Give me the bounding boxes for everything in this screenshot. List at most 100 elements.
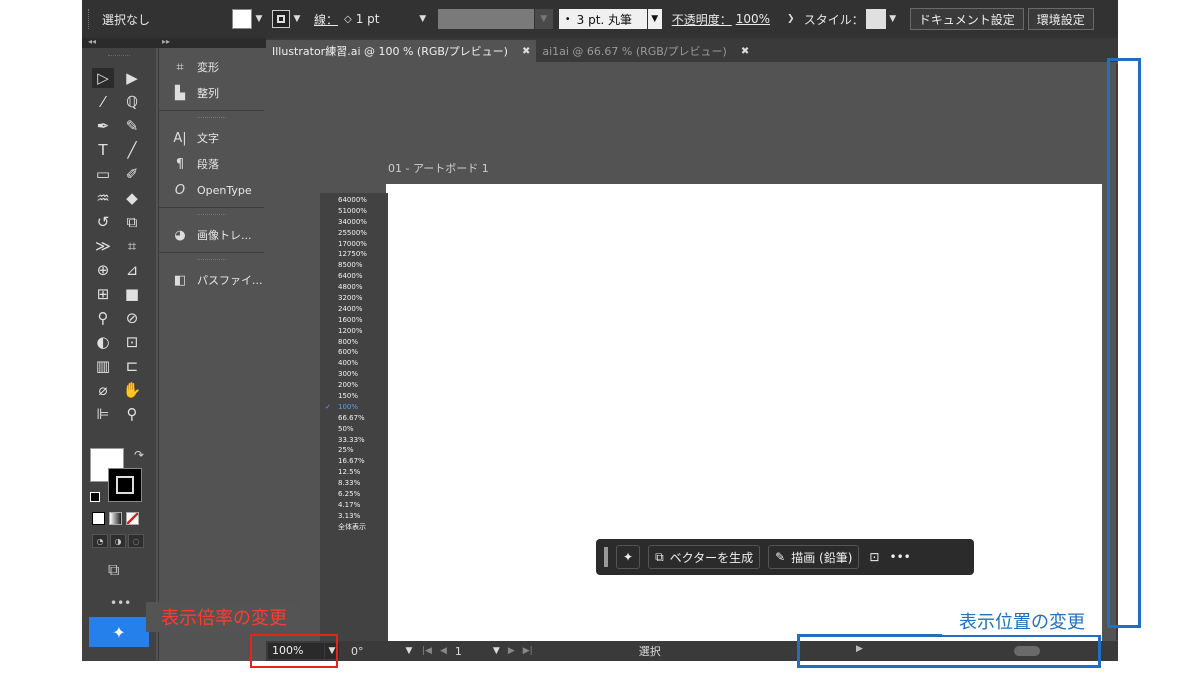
gradient-mode-icon[interactable] [109,512,122,525]
panel-paragraph[interactable]: ¶ 段落 [159,151,264,177]
zoom-menu-item[interactable]: 150% [320,391,388,402]
rotation-dropdown-icon[interactable]: ▼ [402,643,416,659]
eyedropper-tool-icon[interactable]: ⚲ [92,308,114,328]
panel-opentype[interactable]: O OpenType [159,177,264,203]
zoom-menu-item[interactable]: 8.33% [320,478,388,489]
zoom-menu-item[interactable]: 300% [320,369,388,380]
zoom-menu-item[interactable]: 6400% [320,271,388,282]
zoom-menu-item[interactable]: 1600% [320,315,388,326]
panel-image-trace[interactable]: ◕ 画像トレ... [159,222,264,248]
opacity-arrow-icon[interactable]: ❯ [784,9,798,29]
direct-selection-tool-icon[interactable]: ▶ [121,68,143,88]
tools-grip[interactable] [108,48,130,56]
stroke-color-box[interactable] [108,468,142,502]
fill-swatch[interactable] [232,9,252,29]
zoom-menu-item[interactable]: 200% [320,380,388,391]
free-transform-tool-icon[interactable]: ⌗ [121,236,143,256]
zoom-menu-item[interactable]: 4.17% [320,500,388,511]
scale-tool-icon[interactable]: ⧉ [121,212,143,232]
zoom-menu-item[interactable]: 3200% [320,293,388,304]
artboard-label[interactable]: 01 - アートボード 1 [388,160,489,176]
artboard-dropdown-icon[interactable]: ▼ [493,646,500,656]
panel-character[interactable]: A| 文字 [159,125,264,151]
edit-toolbar-icon[interactable]: ••• [110,596,131,610]
brush-definition-field[interactable]: • 3 pt. 丸筆 [558,9,647,29]
close-icon[interactable]: ✖ [522,46,530,57]
tab-ai1ai[interactable]: ai1ai @ 66.67 % (RGB/プレビュー) ✖ [536,40,755,62]
stroke-weight-dropdown-icon[interactable]: ▼ [416,9,430,29]
gradient-tool-icon[interactable]: ■ [121,284,143,304]
swap-fill-stroke-icon[interactable]: ↷ [134,448,144,462]
style-dropdown-icon[interactable]: ▼ [886,9,900,29]
perspective-grid-tool-icon[interactable]: ⊿ [121,260,143,280]
more-options-icon[interactable]: ••• [889,550,910,564]
zoom-menu-item[interactable]: 12.5% [320,467,388,478]
zoom-menu-item[interactable]: 2400% [320,304,388,315]
magic-wand-tool-icon[interactable]: ⁄ [92,92,114,112]
first-artboard-icon[interactable]: |◀ [422,646,432,656]
panel-group-grip[interactable] [197,259,226,263]
document-setup-button[interactable]: ドキュメント設定 [909,8,1024,30]
zoom-menu-item[interactable]: 12750% [320,249,388,260]
pen-tool-icon[interactable]: ✒ [92,116,114,136]
taskbar-grip[interactable] [604,547,608,567]
panel-pathfinder[interactable]: ◧ パスファイ... [159,267,264,293]
generative-ai-icon[interactable]: ✦ [616,545,641,569]
variable-width-field[interactable] [437,9,534,29]
hand-tool-icon[interactable]: ✋ [121,380,143,400]
rotation-field[interactable]: 0° [351,645,401,658]
panel-transform[interactable]: ⌗ 変形 [159,54,264,80]
rotate-tool-icon[interactable]: ↺ [92,212,114,232]
close-icon[interactable]: ✖ [741,46,749,57]
stroke-weight-field[interactable]: 1 pt [356,12,416,26]
artboard-tool-icon[interactable]: ⊏ [121,356,143,376]
paintbrush-tool-icon[interactable]: ✐ [121,164,143,184]
zoom-menu-item[interactable]: 16.67% [320,456,388,467]
style-swatch[interactable] [865,9,886,29]
panel-group-grip[interactable] [197,117,226,121]
zoom-menu-item[interactable]: 25500% [320,228,388,239]
none-mode-icon[interactable] [126,512,139,525]
fill-dropdown-icon[interactable]: ▼ [252,9,266,29]
zoom-menu-item[interactable]: 600% [320,347,388,358]
zoom-tool-icon[interactable]: ⚲ [121,404,143,424]
draw-pencil-button[interactable]: ✎ 描画 (鉛筆) [768,545,860,569]
next-artboard-icon[interactable]: ▶ [508,646,515,656]
expand-panels-icon[interactable]: ▸▸ [162,37,170,46]
zoom-menu-item[interactable]: 8500% [320,260,388,271]
generative-ai-icon[interactable]: ✦ [89,617,149,647]
artboard[interactable] [386,184,1102,655]
lasso-tool-icon[interactable]: ℚ [121,92,143,112]
curvature-tool-icon[interactable]: ✎ [121,116,143,136]
zoom-menu-item[interactable]: 4800% [320,282,388,293]
prev-artboard-icon[interactable]: ◀ [440,646,447,656]
zoom-menu-item[interactable]: 33.33% [320,435,388,446]
zoom-menu-item[interactable]: 17000% [320,239,388,250]
artboard-number-field[interactable]: 1 [455,645,485,658]
draw-inside-icon[interactable]: ◌ [128,534,144,548]
toggle-screen-tool-icon[interactable]: ⊫ [92,404,114,424]
opacity-field[interactable]: 100% [736,12,778,26]
zoom-menu-item[interactable]: 3.13% [320,511,388,522]
collapse-tools-icon[interactable]: ◂◂ [88,37,96,46]
symbol-sprayer-tool-icon[interactable]: ⊡ [121,332,143,352]
default-fill-stroke-icon[interactable] [90,492,100,502]
preferences-button[interactable]: 環境設定 [1027,8,1094,30]
current-tool-status[interactable]: 選択 [639,643,749,659]
line-tool-icon[interactable]: ╱ [121,140,143,160]
control-bar-grip[interactable] [88,9,98,29]
stroke-spinner-icon[interactable]: ◇ [344,14,352,25]
rectangle-tool-icon[interactable]: ▭ [92,164,114,184]
stroke-label[interactable]: 線： [314,11,338,28]
zoom-menu-item[interactable]: 34000% [320,217,388,228]
brush-dropdown-icon[interactable]: ▼ [647,9,662,29]
mesh-tool-icon[interactable]: ⊞ [92,284,114,304]
image-icon[interactable]: ⊡ [869,550,879,564]
shape-builder-tool-icon[interactable]: ⊕ [92,260,114,280]
zoom-menu-item[interactable]: 全体表示 [320,522,388,533]
type-tool-icon[interactable]: T [92,140,114,160]
zoom-menu-item[interactable]: 1200% [320,326,388,337]
blend-tool-icon[interactable]: ◐ [92,332,114,352]
zoom-menu-item[interactable]: 100% [320,402,388,413]
panel-group-grip[interactable] [197,214,226,218]
